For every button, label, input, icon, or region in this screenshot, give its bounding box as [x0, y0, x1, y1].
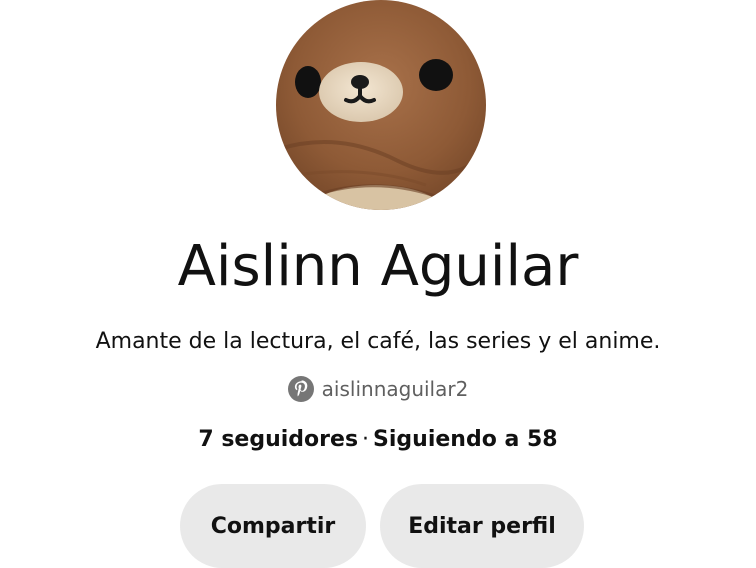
edit-profile-button[interactable]: Editar perfil [380, 484, 584, 568]
stats-separator: · [362, 427, 370, 452]
avatar-bear-image [276, 0, 486, 210]
share-button[interactable]: Compartir [180, 484, 366, 568]
profile-handle[interactable]: aislinnaguilar2 [322, 374, 469, 404]
profile-stats: 7 seguidores · Siguiendo a 58 [0, 423, 756, 457]
profile-header: Aislinn Aguilar Amante de la lectura, el… [0, 0, 756, 568]
following-link[interactable]: Siguiendo a 58 [373, 427, 558, 452]
pinterest-icon [287, 376, 314, 402]
profile-handle-row: aislinnaguilar2 [0, 374, 756, 404]
avatar[interactable] [276, 0, 486, 210]
profile-name: Aislinn Aguilar [177, 234, 579, 299]
profile-bio: Amante de la lectura, el café, las serie… [95, 329, 661, 354]
followers-link[interactable]: 7 seguidores [198, 427, 358, 452]
